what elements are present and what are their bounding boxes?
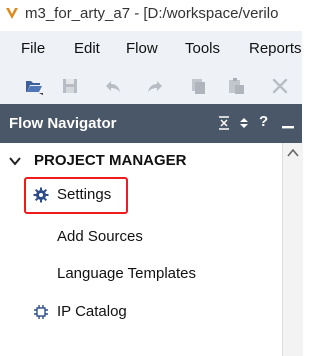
toolbar: [0, 66, 302, 104]
redo-button[interactable]: [145, 76, 165, 96]
title-bar: m3_for_arty_a7 - [D:/workspace/verilo: [0, 0, 302, 31]
section-project-manager[interactable]: PROJECT MANAGER: [0, 149, 280, 175]
open-project-icon: [26, 81, 43, 95]
vertical-scrollbar[interactable]: [282, 143, 303, 356]
copy-button[interactable]: [188, 76, 208, 96]
paste-button[interactable]: [226, 76, 246, 96]
undo-button[interactable]: [103, 76, 123, 96]
paste-icon: [229, 78, 244, 94]
menu-file[interactable]: File: [21, 40, 45, 57]
scroll-up-icon[interactable]: [287, 148, 299, 158]
menu-bar: File Edit Flow Tools Reports: [0, 31, 302, 66]
nav-item-language-templates-label: Language Templates: [57, 265, 196, 282]
delete-button[interactable]: [270, 76, 290, 96]
undo-icon: [106, 81, 120, 92]
copy-icon: [192, 79, 205, 94]
nav-item-settings[interactable]: Settings: [33, 183, 128, 207]
section-label: PROJECT MANAGER: [34, 152, 187, 169]
gear-icon: [33, 187, 49, 203]
menu-flow[interactable]: Flow: [126, 40, 158, 57]
menu-edit[interactable]: Edit: [74, 40, 100, 57]
nav-item-settings-label: Settings: [57, 186, 112, 203]
flow-navigator-title: Flow Navigator: [9, 115, 117, 132]
collapse-all-icon[interactable]: [216, 115, 232, 131]
save-button[interactable]: [60, 76, 80, 96]
nav-item-add-sources-label: Add Sources: [57, 228, 143, 245]
chevron-down-icon[interactable]: [9, 156, 21, 166]
flow-navigator-header: Flow Navigator ?: [0, 104, 302, 143]
help-icon[interactable]: ?: [259, 113, 275, 130]
menu-tools[interactable]: Tools: [185, 40, 220, 57]
redo-icon: [148, 81, 162, 92]
vivado-logo-icon: [6, 8, 18, 19]
ip-catalog-icon: [34, 305, 48, 319]
nav-item-ip-catalog[interactable]: IP Catalog: [33, 300, 233, 324]
minimize-icon[interactable]: [280, 115, 296, 131]
nav-item-add-sources[interactable]: Add Sources: [57, 225, 257, 249]
save-icon: [63, 79, 77, 93]
menu-reports[interactable]: Reports: [249, 40, 302, 57]
delete-icon: [272, 78, 288, 94]
nav-item-language-templates[interactable]: Language Templates: [57, 262, 257, 286]
flow-navigator-tree: PROJECT MANAGER Settings Add Sources Lan…: [0, 143, 280, 356]
nav-item-ip-catalog-label: IP Catalog: [57, 303, 127, 320]
window-title: m3_for_arty_a7 - [D:/workspace/verilo: [25, 5, 279, 22]
open-project-button[interactable]: [24, 76, 44, 96]
expand-all-icon[interactable]: [236, 115, 252, 131]
